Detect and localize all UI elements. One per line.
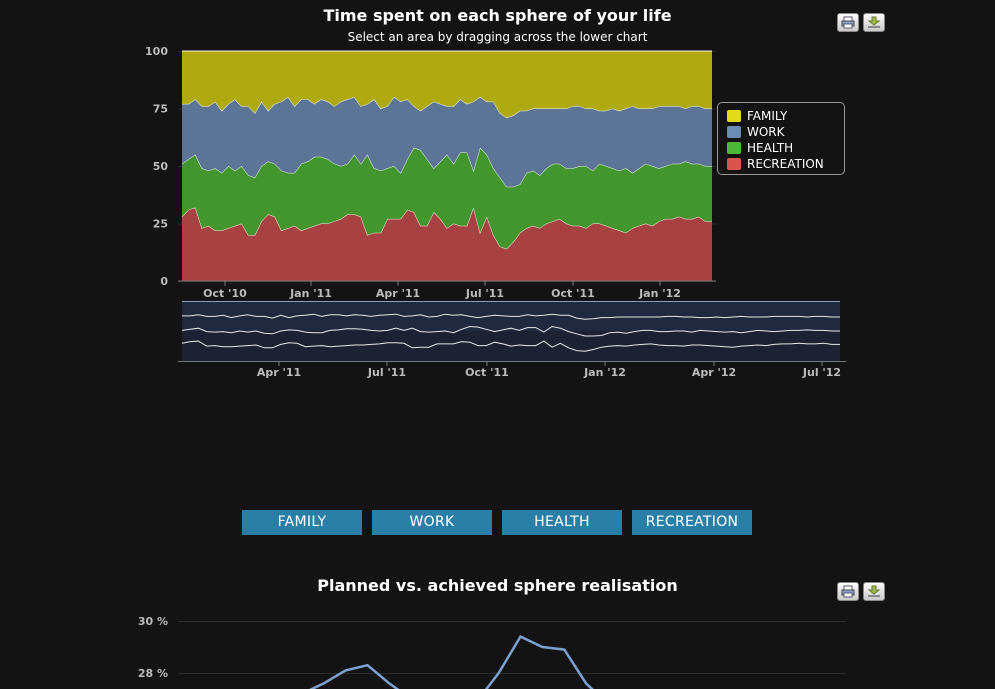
health-button[interactable]: HEALTH bbox=[502, 510, 622, 535]
legend-item-health[interactable]: HEALTH bbox=[727, 141, 793, 155]
series-line-achieved bbox=[309, 634, 594, 689]
y-axis: 30 % 28 % bbox=[138, 615, 168, 680]
legend-label: WORK bbox=[747, 125, 785, 139]
legend-swatch-work bbox=[727, 125, 741, 138]
y-axis: 0 25 50 75 100 bbox=[145, 45, 168, 288]
main-chart-svg[interactable]: 0255075100 Oct '10 Jan '11 Apr '11 Jul '11 O… bbox=[0, 0, 995, 400]
navigator-x-tick-label: Apr '11 bbox=[257, 366, 301, 379]
legend-label: HEALTH bbox=[747, 141, 794, 155]
x-tick-label: Jul '11 bbox=[465, 287, 504, 300]
navigator-x-tick-label: Jul '11 bbox=[367, 366, 406, 379]
navigator-x-tick-label: Jul '12 bbox=[802, 366, 841, 379]
print-button-chart2[interactable] bbox=[837, 582, 859, 601]
legend-swatch-health bbox=[727, 141, 741, 154]
x-tick-label: Apr '11 bbox=[376, 287, 420, 300]
legend-label: FAMILY bbox=[747, 109, 788, 123]
navigator-x-tick-label: Jan '12 bbox=[583, 366, 626, 379]
navigator[interactable]: Apr '11 Jul '11 Oct '11 Jan '12 Apr '12 Jul '… bbox=[178, 301, 846, 379]
x-axis: Oct '10 Jan '11 Apr '11 Jul '11 Oct '11 Jan '… bbox=[203, 281, 681, 300]
y-tick-label: 25 bbox=[153, 218, 168, 231]
x-tick-label: Jan '11 bbox=[289, 287, 332, 300]
legend-item-work[interactable]: WORK bbox=[727, 125, 785, 139]
y-tick-label: 100 bbox=[145, 45, 168, 58]
plot-area[interactable] bbox=[181, 50, 712, 281]
printer-icon bbox=[841, 585, 855, 598]
legend: FAMILY WORK HEALTH RECREATION bbox=[717, 102, 845, 175]
navigator-x-axis: Apr '11 Jul '11 Oct '11 Jan '12 Apr '12 Jul '… bbox=[257, 361, 841, 379]
legend-label: RECREATION bbox=[747, 157, 824, 171]
legend-item-recreation[interactable]: RECREATION bbox=[727, 157, 824, 171]
chart2-series bbox=[309, 634, 594, 689]
y-tick-label: 50 bbox=[153, 160, 169, 173]
download-button-chart2[interactable] bbox=[863, 582, 885, 601]
y-tick-label: 28 % bbox=[138, 667, 168, 680]
grid bbox=[178, 621, 846, 674]
legend-swatch-recreation bbox=[727, 157, 741, 170]
navigator-x-tick-label: Oct '11 bbox=[465, 366, 509, 379]
y-tick-label: 30 % bbox=[138, 615, 168, 628]
family-button[interactable]: FAMILY bbox=[242, 510, 362, 535]
x-tick-label: Oct '10 bbox=[203, 287, 247, 300]
x-tick-label: Oct '11 bbox=[551, 287, 595, 300]
x-tick-label: Jan '12 bbox=[638, 287, 681, 300]
work-button[interactable]: WORK bbox=[372, 510, 492, 535]
recreation-button[interactable]: RECREATION bbox=[632, 510, 752, 535]
legend-item-family[interactable]: FAMILY bbox=[727, 109, 787, 123]
navigator-x-tick-label: Apr '12 bbox=[692, 366, 736, 379]
download-icon bbox=[867, 585, 881, 597]
legend-swatch-family bbox=[727, 109, 741, 122]
chart2-svg[interactable]: 30 % 28 % bbox=[0, 600, 995, 689]
y-tick-label: 0 bbox=[160, 275, 168, 288]
y-tick-label: 75 bbox=[153, 103, 168, 116]
